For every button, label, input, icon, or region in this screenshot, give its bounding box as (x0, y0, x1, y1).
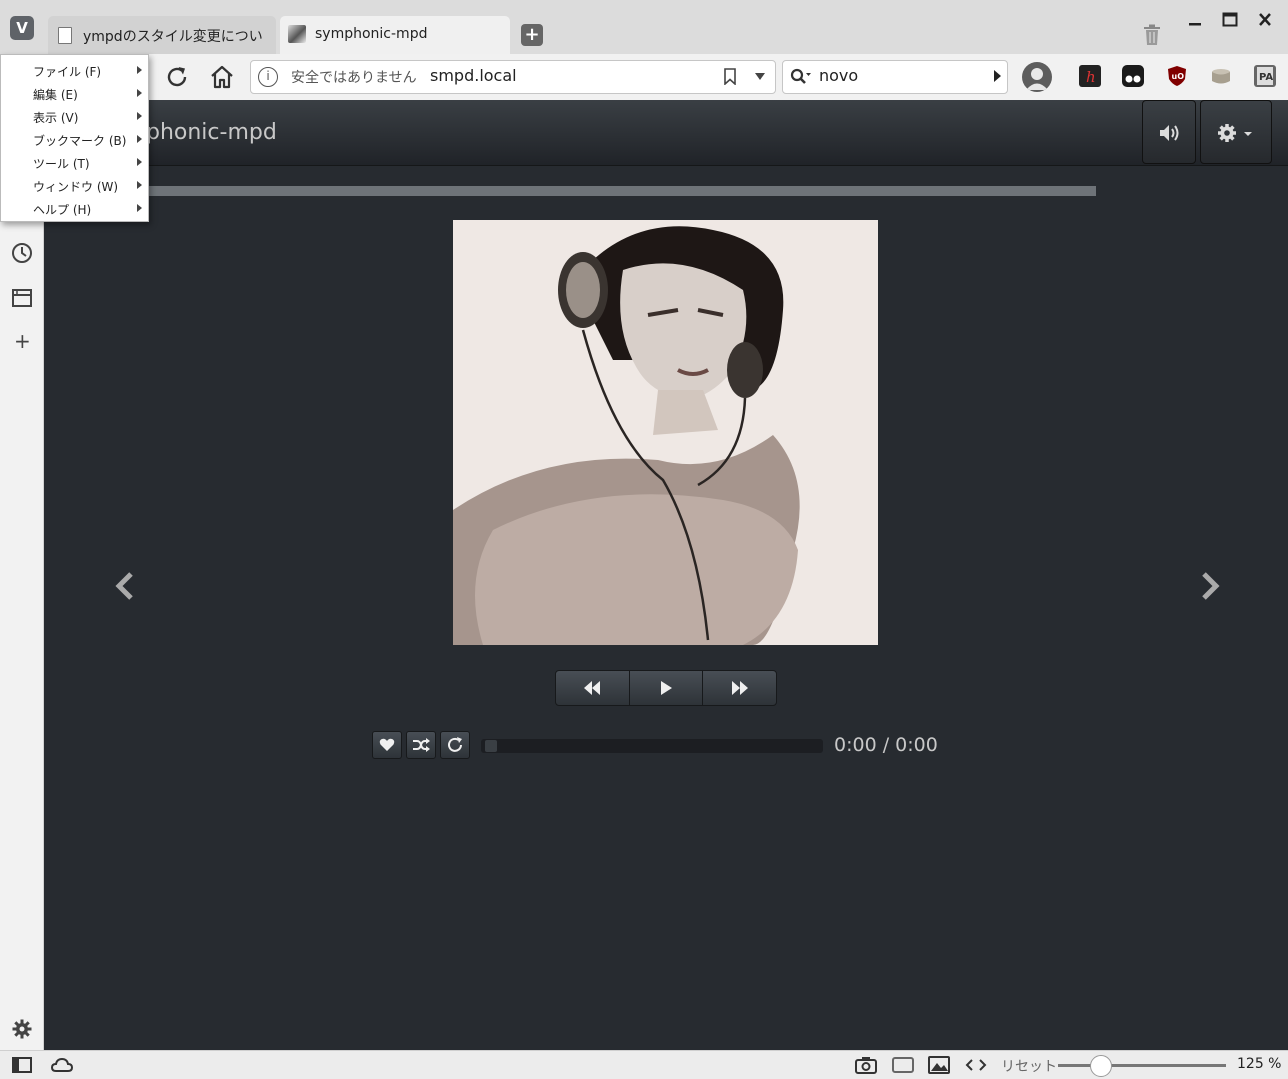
maximize-icon[interactable] (1218, 10, 1242, 30)
close-icon[interactable] (1253, 10, 1277, 30)
trash-icon[interactable] (1142, 24, 1162, 46)
submenu-arrow-icon (137, 181, 142, 189)
page-action-icon[interactable]: PA (1254, 65, 1276, 87)
menu-item-tools[interactable]: ツール (T) (33, 155, 90, 172)
play-button[interactable] (630, 671, 704, 705)
vivaldi-menu-icon[interactable]: V (10, 16, 34, 40)
submenu-arrow-icon (137, 66, 142, 74)
main-menu: ファイル (F) 編集 (E) 表示 (V) ブックマーク (B) ツール (T… (0, 54, 149, 222)
search-go-icon[interactable] (994, 70, 1001, 82)
tab-ympd-style[interactable]: ympdのスタイル変更につい (48, 16, 276, 54)
tab-title: ympdのスタイル変更につい (83, 29, 263, 45)
previous-track-button[interactable] (556, 671, 630, 705)
submenu-arrow-icon (137, 112, 142, 120)
volume-icon (1160, 125, 1179, 141)
ublock-icon[interactable]: uO (1166, 65, 1188, 87)
url-text[interactable]: smpd.local (430, 66, 517, 85)
menu-item-window[interactable]: ウィンドウ (W) (33, 178, 118, 195)
hatena-icon[interactable]: h (1079, 65, 1101, 87)
volume-button[interactable] (1142, 100, 1196, 164)
repeat-icon (448, 737, 462, 752)
seek-handle[interactable] (485, 740, 497, 752)
add-panel-icon[interactable]: + (14, 331, 31, 351)
history-icon[interactable] (11, 242, 33, 264)
menu-item-edit[interactable]: 編集 (E) (33, 86, 78, 103)
new-tab-icon[interactable]: + (521, 24, 543, 46)
web-page: phonic-mpd 0:00 / 0:00 (44, 100, 1288, 1050)
menu-item-help[interactable]: ヘルプ (H) (33, 201, 91, 218)
info-icon[interactable]: i (258, 67, 278, 87)
zoom-level: 125 % (1237, 1056, 1282, 1072)
database-icon[interactable] (1210, 65, 1232, 87)
carousel-previous-icon[interactable] (114, 572, 138, 600)
security-status: 安全ではありません (291, 70, 417, 86)
zoom-slider[interactable] (1058, 1064, 1226, 1067)
sync-cloud-icon[interactable] (51, 1057, 73, 1073)
album-cover (453, 220, 878, 645)
home-icon[interactable] (208, 63, 236, 91)
camera-icon[interactable] (855, 1056, 877, 1074)
svg-text:PA: PA (1259, 72, 1273, 83)
carousel-next-icon[interactable] (1197, 572, 1221, 600)
fast-forward-icon (731, 681, 748, 695)
zoom-reset-button[interactable]: リセット (1001, 1056, 1057, 1076)
tampermonkey-icon[interactable] (1122, 65, 1144, 87)
submenu-arrow-icon (137, 89, 142, 97)
rewind-icon (584, 681, 601, 695)
brand-title[interactable]: phonic-mpd (146, 120, 277, 145)
menu-item-file[interactable]: ファイル (F) (33, 63, 101, 80)
volume-slider[interactable] (124, 186, 1096, 196)
svg-text:h: h (1086, 68, 1096, 86)
favicon-icon (288, 25, 306, 43)
bookmark-icon[interactable] (724, 68, 736, 85)
tab-title: symphonic-mpd (315, 26, 428, 42)
zoom-slider-handle[interactable] (1090, 1055, 1112, 1077)
seek-bar[interactable] (481, 739, 823, 753)
next-track-button[interactable] (703, 671, 776, 705)
heart-icon (379, 738, 395, 751)
minimize-icon[interactable] (1183, 10, 1207, 30)
repeat-button[interactable] (440, 731, 470, 759)
settings-dropdown-button[interactable] (1200, 100, 1272, 164)
gear-icon (1218, 124, 1252, 142)
transport-controls (555, 670, 777, 706)
submenu-arrow-icon (137, 135, 142, 143)
svg-text:uO: uO (1172, 72, 1185, 81)
shuffle-icon (413, 738, 430, 752)
search-field[interactable] (782, 60, 1008, 94)
submenu-arrow-icon (137, 204, 142, 212)
time-display: 0:00 / 0:00 (834, 734, 938, 756)
play-icon (661, 681, 672, 695)
menu-item-bookmarks[interactable]: ブックマーク (B) (33, 132, 126, 149)
window-panel-icon[interactable] (11, 287, 33, 309)
favorite-button[interactable] (372, 731, 402, 759)
avatar[interactable] (1022, 62, 1052, 92)
settings-icon[interactable] (11, 1018, 33, 1040)
url-dropdown-icon[interactable] (755, 73, 765, 80)
panel-toggle-icon[interactable] (12, 1057, 32, 1073)
image-icon[interactable] (928, 1056, 950, 1074)
page-icon (58, 27, 72, 44)
page-actions-icon[interactable] (965, 1057, 987, 1073)
shuffle-button[interactable] (406, 731, 436, 759)
search-value[interactable]: novo (819, 66, 858, 85)
menu-item-view[interactable]: 表示 (V) (33, 109, 78, 126)
submenu-arrow-icon (137, 158, 142, 166)
tab-symphonic-mpd[interactable]: symphonic-mpd (280, 16, 510, 54)
reload-icon[interactable] (164, 64, 190, 90)
tiling-icon[interactable] (892, 1057, 914, 1073)
search-icon[interactable] (790, 68, 812, 86)
